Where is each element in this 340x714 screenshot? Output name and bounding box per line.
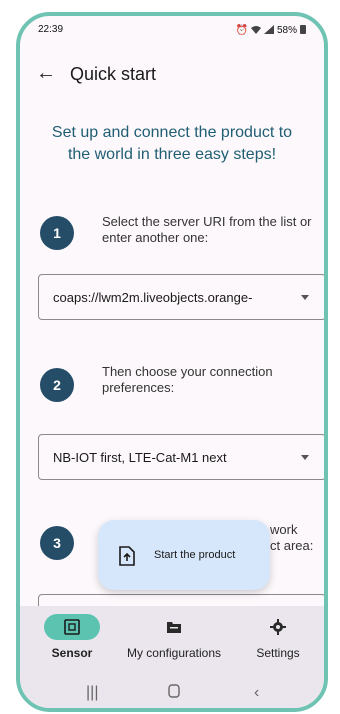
connection-value: NB-IOT first, LTE-Cat-M1 next — [53, 450, 227, 465]
recent-apps-icon[interactable]: ||| — [86, 684, 98, 702]
battery-icon — [300, 24, 306, 37]
signal-icon — [263, 24, 274, 37]
nav-label-settings: Settings — [256, 646, 300, 660]
bottom-nav: Sensor My configurations Settings — [20, 606, 324, 672]
home-icon[interactable] — [168, 684, 180, 703]
server-uri-value: coaps://lwm2m.liveobjects.orange- — [53, 290, 253, 305]
back-nav-icon[interactable]: ‹ — [254, 684, 259, 702]
step-3-text-2: ct area: — [270, 538, 314, 553]
nav-item-settings[interactable]: Settings — [228, 614, 324, 660]
app-bar: ← Quick start — [20, 60, 324, 92]
gear-icon — [228, 614, 324, 640]
wifi-icon — [250, 25, 261, 37]
folder-icon — [124, 614, 224, 640]
step-1-text: Select the server URI from the list or e… — [102, 214, 312, 245]
upload-file-icon — [118, 546, 136, 571]
alarm-icon: ⏰ — [235, 25, 248, 36]
start-product-label: Start the product — [154, 549, 236, 561]
start-product-button[interactable]: Start the product — [98, 520, 270, 590]
status-icons: ⏰ 58% — [236, 24, 306, 37]
dropdown-arrow-icon — [301, 295, 309, 300]
sensor-icon — [44, 614, 100, 640]
status-time: 22:39 — [38, 24, 64, 35]
dropdown-arrow-icon — [301, 455, 309, 460]
intro-heading: Set up and connect the product to the wo… — [51, 124, 293, 163]
step-3-badge: 3 — [40, 526, 74, 560]
back-arrow-icon[interactable]: ← — [36, 62, 56, 85]
nav-label-sensor: Sensor — [51, 646, 93, 660]
nav-item-sensor[interactable]: Sensor — [22, 614, 122, 660]
step-2-text: Then choose your connection preferences: — [102, 364, 273, 395]
phone-frame: 22:39 ⏰ 58% ← Quick start Set up and con… — [16, 12, 328, 712]
system-nav-bar: ||| ‹ — [20, 672, 324, 708]
step-2-badge: 2 — [40, 368, 74, 402]
connection-select[interactable]: NB-IOT first, LTE-Cat-M1 next — [38, 434, 324, 480]
step-3-text-1: work — [270, 522, 298, 537]
step-1-badge: 1 — [40, 216, 74, 250]
status-bar: 22:39 ⏰ 58% — [20, 16, 324, 42]
nav-label-my-configurations: My configurations — [126, 646, 222, 660]
page-title: Quick start — [70, 64, 157, 84]
server-uri-select[interactable]: coaps://lwm2m.liveobjects.orange- — [38, 274, 324, 320]
battery-text: 58% — [276, 25, 297, 36]
nav-item-my-configurations[interactable]: My configurations — [124, 614, 224, 660]
